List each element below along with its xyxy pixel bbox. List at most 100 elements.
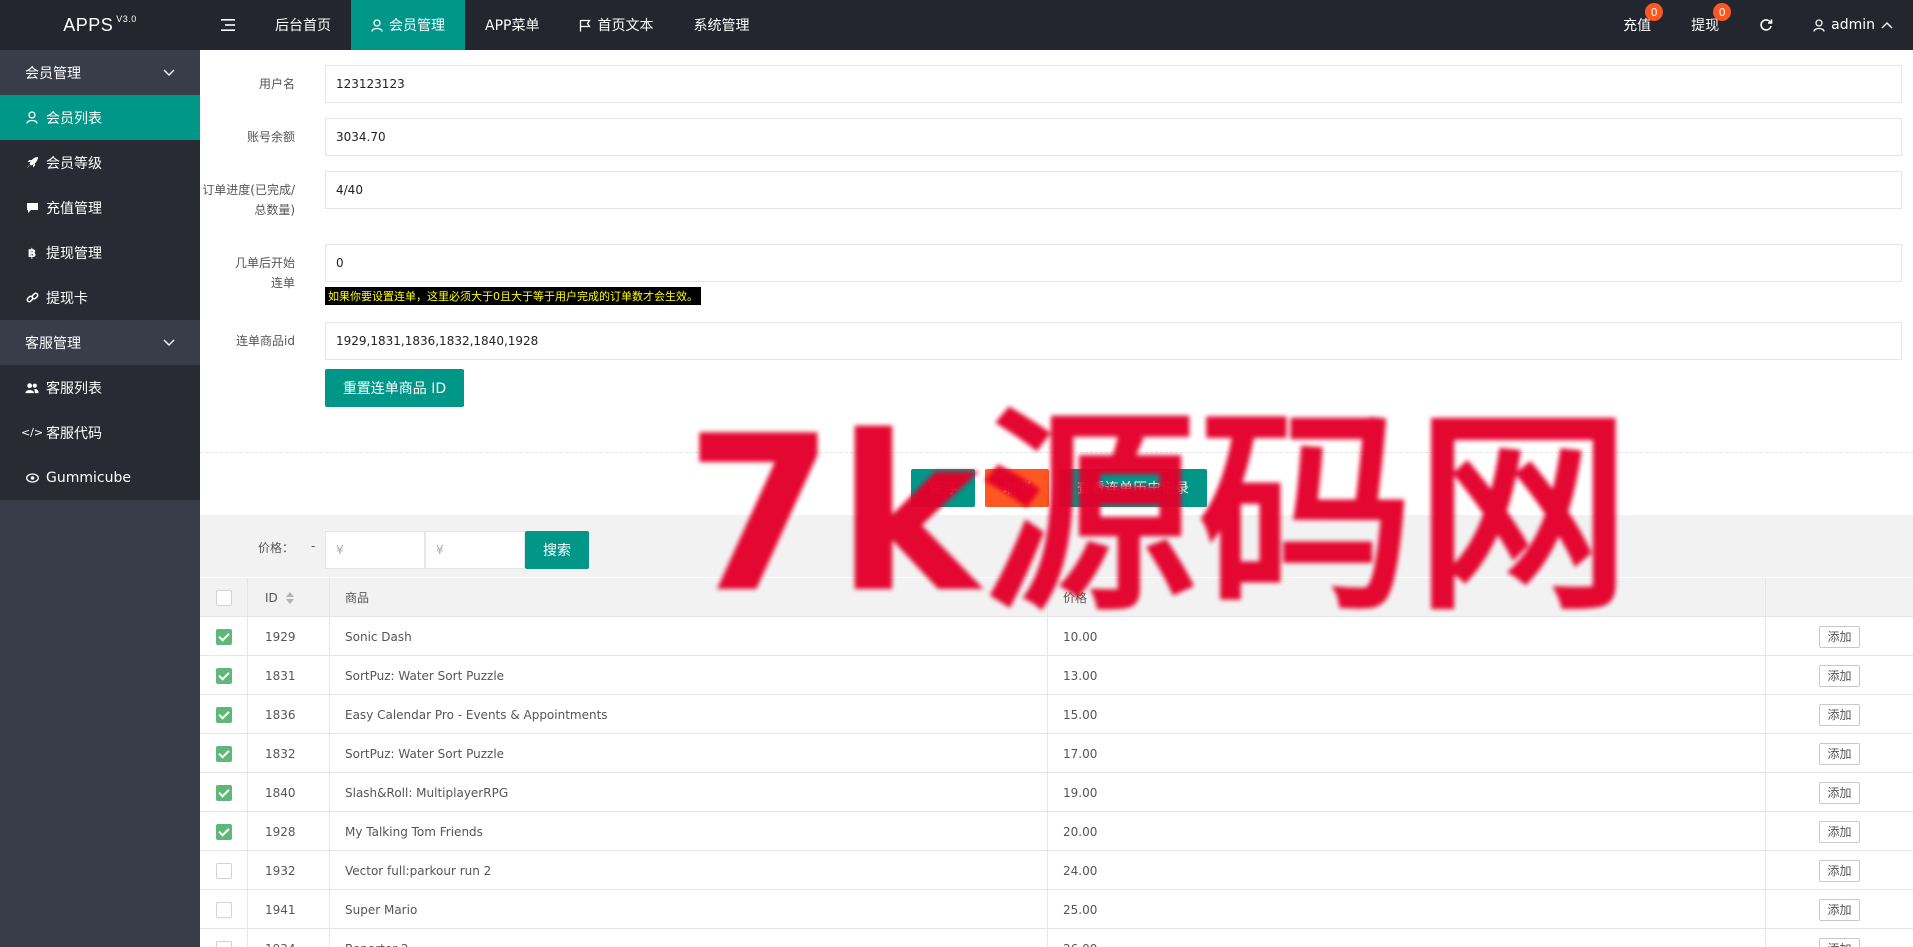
user-menu[interactable]: admin — [1793, 0, 1913, 50]
sidebar-group-label: 会员管理 — [25, 65, 81, 82]
row-product-name: SortPuz: Water Sort Puzzle — [330, 734, 1048, 773]
header-action — [1766, 578, 1913, 617]
table-row: 1832 SortPuz: Water Sort Puzzle 17.00 添加 — [200, 734, 1913, 773]
search-button[interactable]: 搜索 — [525, 531, 589, 569]
add-button[interactable]: 添加 — [1819, 703, 1860, 726]
progress-label: 订单进度(已完成/总数量) — [202, 183, 295, 217]
row-id: 1932 — [248, 851, 330, 890]
sidebar-group-label: 客服管理 — [25, 335, 81, 352]
sidebar-item-label: 会员列表 — [46, 110, 102, 127]
topnav-item-home-text[interactable]: 首页文本 — [559, 0, 673, 50]
add-button[interactable]: 添加 — [1819, 898, 1860, 921]
user-icon — [1813, 18, 1825, 32]
form-row-progress: 订单进度(已完成/总数量) 4/40 — [200, 171, 1902, 220]
username-label: 用户名 — [258, 77, 295, 91]
app-version: V3.0 — [116, 14, 137, 24]
sidebar-item-member-list[interactable]: 会员列表 — [0, 95, 200, 140]
combo-hint: 如果你要设置连单，这里必须大于0且大于等于用户完成的订单数才会生效。 — [325, 287, 701, 305]
topnav-item-home[interactable]: 后台首页 — [255, 0, 351, 50]
sidebar-item-label: 客服代码 — [46, 425, 102, 442]
add-button[interactable]: 添加 — [1819, 859, 1860, 882]
sidebar-item-service-list[interactable]: 客服列表 — [0, 365, 200, 410]
balance-field[interactable]: 3034.70 — [325, 118, 1902, 156]
combo-ids-field[interactable]: 1929,1831,1836,1832,1840,1928 — [325, 322, 1902, 360]
row-select-cell — [200, 617, 248, 656]
add-button[interactable]: 添加 — [1819, 742, 1860, 765]
row-checkbox[interactable] — [215, 901, 232, 918]
row-action-cell: 添加 — [1766, 734, 1913, 773]
row-checkbox[interactable] — [215, 628, 232, 645]
row-checkbox[interactable] — [215, 940, 232, 947]
user-icon — [25, 111, 39, 124]
row-action-cell: 添加 — [1766, 890, 1913, 929]
topnav-item-app-menu[interactable]: APP菜单 — [465, 0, 559, 50]
row-checkbox[interactable] — [215, 862, 232, 879]
bitcoin-icon: ฿ — [27, 245, 37, 260]
add-button[interactable]: 添加 — [1819, 664, 1860, 687]
table-row: 1928 My Talking Tom Friends 20.00 添加 — [200, 812, 1913, 851]
row-checkbox[interactable] — [215, 745, 232, 762]
max-price-input[interactable]: ¥ — [425, 531, 525, 569]
reset-combo-ids-button[interactable]: 重置连单商品 ID — [325, 369, 464, 407]
progress-field[interactable]: 4/40 — [325, 171, 1902, 209]
row-select-cell — [200, 851, 248, 890]
row-select-cell — [200, 695, 248, 734]
sidebar-item-service-code[interactable]: </> 客服代码 — [0, 410, 200, 455]
start-after-label: 几单后开始连单 — [234, 256, 295, 290]
refresh-button[interactable] — [1739, 0, 1793, 50]
row-price: 25.00 — [1048, 890, 1766, 929]
add-button[interactable]: 添加 — [1819, 781, 1860, 804]
table-row: 1941 Super Mario 25.00 添加 — [200, 890, 1913, 929]
sort-icon[interactable] — [285, 591, 294, 604]
sidebar-group-service[interactable]: 客服管理 — [0, 320, 200, 365]
row-action-cell: 添加 — [1766, 773, 1913, 812]
row-id: 1928 — [248, 812, 330, 851]
sidebar-item-label: 提现卡 — [46, 290, 88, 307]
sidebar-item-withdraw-card[interactable]: 提现卡 — [0, 275, 200, 320]
row-product-name: Slash&Roll: MultiplayerRPG — [330, 773, 1048, 812]
users-icon — [25, 382, 39, 394]
row-select-cell — [200, 929, 248, 947]
add-button[interactable]: 添加 — [1819, 937, 1860, 947]
withdraw-link[interactable]: 提现 0 — [1671, 0, 1739, 50]
sidebar-item-label: 充值管理 — [46, 200, 102, 217]
row-price: 13.00 — [1048, 656, 1766, 695]
top-header: APPS V3.0 后台首页 会员管理 APP菜单 首页文本 系统管理 充值 0 … — [0, 0, 1913, 50]
row-id: 1934 — [248, 929, 330, 947]
select-all-checkbox[interactable] — [215, 589, 232, 606]
row-product-name: Vector full:parkour run 2 — [330, 851, 1048, 890]
row-checkbox[interactable] — [215, 823, 232, 840]
add-button[interactable]: 添加 — [1819, 820, 1860, 843]
row-id: 1831 — [248, 656, 330, 695]
username-field[interactable]: 123123123 — [325, 65, 1902, 103]
row-id: 1836 — [248, 695, 330, 734]
row-price: 26.00 — [1048, 929, 1766, 947]
start-after-field[interactable]: 0 — [325, 244, 1902, 282]
topnav-item-label: APP菜单 — [485, 18, 540, 34]
header-id-label: ID — [265, 590, 278, 605]
topnav-item-system[interactable]: 系统管理 — [673, 0, 769, 50]
row-checkbox[interactable] — [215, 706, 232, 723]
min-price-input[interactable]: ¥ — [325, 531, 425, 569]
sidebar-group-members[interactable]: 会员管理 — [0, 50, 200, 95]
sidebar-item-recharge[interactable]: 充值管理 — [0, 185, 200, 230]
add-button[interactable]: 添加 — [1819, 625, 1860, 648]
row-action-cell: 添加 — [1766, 812, 1913, 851]
sidebar-item-withdraw[interactable]: ฿ 提现管理 — [0, 230, 200, 275]
row-checkbox[interactable] — [215, 667, 232, 684]
row-select-cell — [200, 812, 248, 851]
app-logo[interactable]: APPS V3.0 — [0, 0, 200, 50]
sidebar-item-member-level[interactable]: 会员等级 — [0, 140, 200, 185]
header-id[interactable]: ID — [248, 578, 330, 617]
topnav-item-members[interactable]: 会员管理 — [351, 0, 465, 50]
sidebar-toggle-button[interactable] — [200, 0, 255, 50]
refresh-icon — [1760, 19, 1773, 31]
withdraw-badge: 0 — [1713, 3, 1732, 21]
recharge-link[interactable]: 充值 0 — [1603, 0, 1671, 50]
row-product-name: Easy Calendar Pro - Events & Appointment… — [330, 695, 1048, 734]
sidebar-item-gummicube[interactable]: Gummicube — [0, 455, 200, 500]
row-checkbox[interactable] — [215, 784, 232, 801]
eye-icon — [25, 472, 39, 483]
user-name: admin — [1831, 17, 1875, 33]
table-row: 1840 Slash&Roll: MultiplayerRPG 19.00 添加 — [200, 773, 1913, 812]
